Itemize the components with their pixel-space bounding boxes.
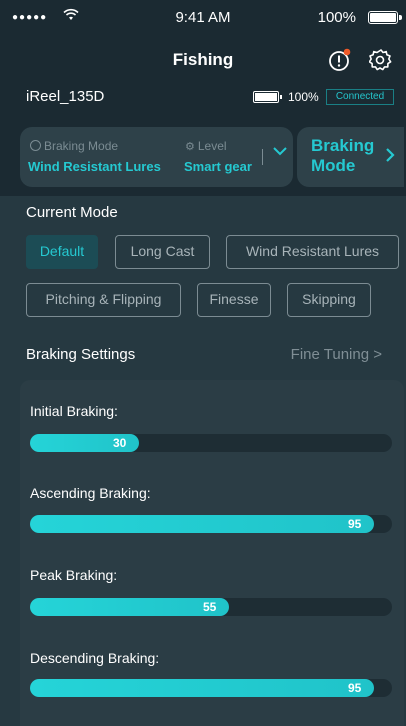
peak-braking-slider[interactable]: 55 [30,598,392,616]
braking-mode-value: Wind Resistant Lures [28,159,161,174]
mode-chip-finesse[interactable]: Finesse [197,283,271,317]
gear-icon[interactable] [368,48,393,72]
braking-mode-label: Braking Mode [30,139,118,153]
level-label: ⚙ Level [185,139,227,153]
ascending-braking-label: Ascending Braking: [30,485,151,501]
sliders-icon: ⚙ [185,141,195,153]
slider-fill [30,598,229,616]
slider-fill [30,679,374,697]
mode-chip-default[interactable]: Default [26,235,98,269]
descending-braking-slider[interactable]: 95 [30,679,392,697]
connection-status-badge: Connected [326,89,394,105]
chevron-right-icon [385,147,395,168]
card-divider [262,149,263,165]
initial-braking-slider[interactable]: 30 [30,434,392,452]
device-name: iReel_135D [26,88,105,105]
ascending-braking-slider[interactable]: 95 [30,515,392,533]
chevron-right-icon: > [373,346,382,363]
peak-braking-label: Peak Braking: [30,567,118,583]
slider-fill [30,515,374,533]
notification-dot [343,48,351,56]
braking-mode-button-label: Braking Mode [311,136,375,175]
mode-chip-long-cast[interactable]: Long Cast [115,235,210,269]
battery-icon [368,11,402,24]
slider-value: 30 [113,436,127,450]
braking-settings-card: Initial Braking: 30 Ascending Braking: 9… [20,380,404,726]
chevron-down-icon[interactable] [273,143,287,161]
alert-circle-icon[interactable] [328,48,352,72]
status-bar: ●●●●● 9:41 AM 100% [0,0,406,34]
descending-braking-label: Descending Braking: [30,650,160,666]
slider-value: 55 [203,600,217,614]
level-value: Smart gear [184,159,252,174]
device-battery-icon [253,91,282,103]
braking-mode-button[interactable]: Braking Mode [297,127,404,187]
mode-chip-wind-resistant-lures[interactable]: Wind Resistant Lures [226,235,399,269]
slider-value: 95 [348,517,362,531]
mode-chip-skipping[interactable]: Skipping [287,283,371,317]
initial-braking-label: Initial Braking: [30,403,118,419]
braking-settings-title: Braking Settings [26,346,136,363]
status-battery-percent: 100% [317,9,356,26]
mode-summary-card[interactable]: Braking Mode Wind Resistant Lures ⚙ Level… [20,127,293,187]
top-area: ●●●●● 9:41 AM 100% Fishing iReel_135D 10… [0,0,406,116]
device-battery-percent: 100% [288,90,319,104]
fine-tuning-link[interactable]: Fine Tuning > [291,346,382,363]
current-mode-title: Current Mode [26,204,118,221]
mode-chip-pitching-flipping[interactable]: Pitching & Flipping [26,283,181,317]
slider-value: 95 [348,681,362,695]
target-icon [30,140,41,151]
